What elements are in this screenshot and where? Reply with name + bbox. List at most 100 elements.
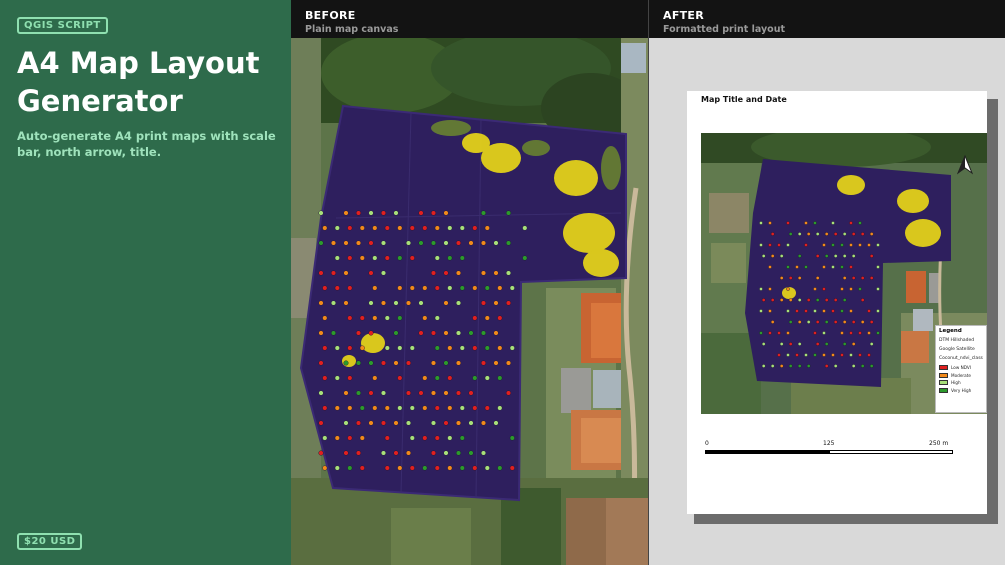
after-header: AFTER Formatted print layout	[649, 0, 1005, 38]
ndvi-point	[849, 243, 853, 247]
ndvi-point	[347, 225, 353, 231]
ndvi-point	[822, 265, 826, 269]
ndvi-point	[822, 331, 826, 335]
ndvi-point	[497, 345, 503, 351]
ndvi-point	[422, 435, 428, 441]
ndvi-point	[831, 353, 835, 357]
ndvi-point	[509, 285, 515, 291]
ndvi-point	[393, 330, 399, 336]
ndvi-point	[759, 243, 763, 247]
ndvi-point	[343, 450, 349, 456]
ndvi-point	[795, 265, 799, 269]
ndvi-point	[343, 270, 349, 276]
ndvi-point	[318, 270, 324, 276]
price-badge: $20 USD	[17, 533, 83, 550]
ndvi-point	[851, 364, 856, 368]
ndvi-point	[455, 360, 461, 366]
ndvi-point	[869, 342, 874, 346]
ndvi-point	[380, 450, 386, 456]
layout-map-frame[interactable]: Legend DTM Hillshaded Google Satellite C…	[701, 133, 987, 414]
ndvi-point	[860, 364, 865, 368]
ndvi-point	[384, 405, 390, 411]
scale-segment-2	[829, 450, 953, 454]
ndvi-point	[777, 353, 781, 357]
ndvi-point	[509, 465, 515, 471]
ndvi-point	[849, 287, 853, 291]
ndvi-point	[849, 331, 853, 335]
ndvi-point	[372, 225, 378, 231]
ndvi-point	[331, 270, 337, 276]
ndvi-point	[858, 221, 862, 225]
ndvi-point	[468, 450, 474, 456]
ndvi-point	[347, 375, 353, 381]
ndvi-point	[497, 285, 503, 291]
legend-label-low: Low NDVI	[951, 365, 971, 370]
legend-label-high: High	[951, 380, 961, 385]
ndvi-point	[459, 285, 465, 291]
before-map-canvas[interactable]	[291, 38, 648, 565]
product-title: A4 Map Layout Generator	[17, 46, 260, 118]
ndvi-point	[480, 240, 486, 246]
ndvi-point	[347, 405, 353, 411]
ndvi-point	[397, 255, 403, 261]
ndvi-point	[822, 287, 826, 291]
ndvi-point	[869, 254, 874, 258]
ndvi-point	[497, 315, 503, 321]
ndvi-point	[786, 265, 790, 269]
a4-page[interactable]: Map Title and Date Legend DTM Hillshaded…	[687, 91, 987, 514]
before-heading: BEFORE	[305, 9, 356, 22]
ndvi-point	[804, 309, 808, 313]
ndvi-point	[380, 240, 386, 246]
ndvi-point	[815, 320, 820, 324]
ndvi-point	[443, 360, 449, 366]
ndvi-point	[840, 353, 844, 357]
ndvi-point	[795, 353, 799, 357]
ndvi-point	[380, 270, 386, 276]
ndvi-point	[851, 276, 856, 280]
ndvi-point	[334, 345, 340, 351]
ndvi-point	[851, 342, 856, 346]
ndvi-point	[318, 420, 324, 426]
ndvi-point	[858, 331, 862, 335]
ndvi-point	[786, 353, 790, 357]
ndvi-point	[831, 265, 835, 269]
legend-swatch-high	[939, 380, 948, 385]
ndvi-point	[380, 300, 386, 306]
ndvi-point	[359, 225, 365, 231]
ndvi-point	[842, 342, 847, 346]
ndvi-point	[405, 300, 411, 306]
ndvi-point	[409, 405, 415, 411]
ndvi-point	[430, 240, 436, 246]
ndvi-point	[472, 225, 478, 231]
ndvi-point	[368, 360, 374, 366]
ndvi-point	[472, 315, 478, 321]
ndvi-point	[761, 298, 766, 302]
ndvi-point	[860, 298, 865, 302]
ndvi-point	[806, 232, 811, 236]
ndvi-point	[380, 390, 386, 396]
ndvi-point	[359, 255, 365, 261]
ndvi-point	[334, 465, 340, 471]
ndvi-point	[786, 221, 790, 225]
ndvi-point	[768, 309, 772, 313]
ndvi-point	[322, 315, 328, 321]
ndvi-point	[768, 287, 772, 291]
ndvi-point	[422, 315, 428, 321]
ndvi-point	[318, 450, 324, 456]
ndvi-point	[397, 285, 403, 291]
ndvi-point	[876, 331, 880, 335]
ndvi-point	[355, 360, 361, 366]
ndvi-point	[318, 210, 324, 216]
ndvi-point	[768, 331, 772, 335]
ndvi-point	[493, 240, 499, 246]
ndvi-point	[409, 435, 415, 441]
ndvi-point	[355, 330, 361, 336]
ndvi-point	[422, 225, 428, 231]
ndvi-point	[849, 353, 853, 357]
ndvi-point	[786, 331, 790, 335]
promo-panel: QGIS SCRIPT A4 Map Layout Generator Auto…	[0, 0, 291, 565]
ndvi-point	[405, 420, 411, 426]
legend-layer-dtm: DTM Hillshaded	[939, 338, 975, 343]
product-subtitle: Auto-generate A4 print maps with scale b…	[17, 129, 276, 159]
ndvi-point	[759, 309, 763, 313]
